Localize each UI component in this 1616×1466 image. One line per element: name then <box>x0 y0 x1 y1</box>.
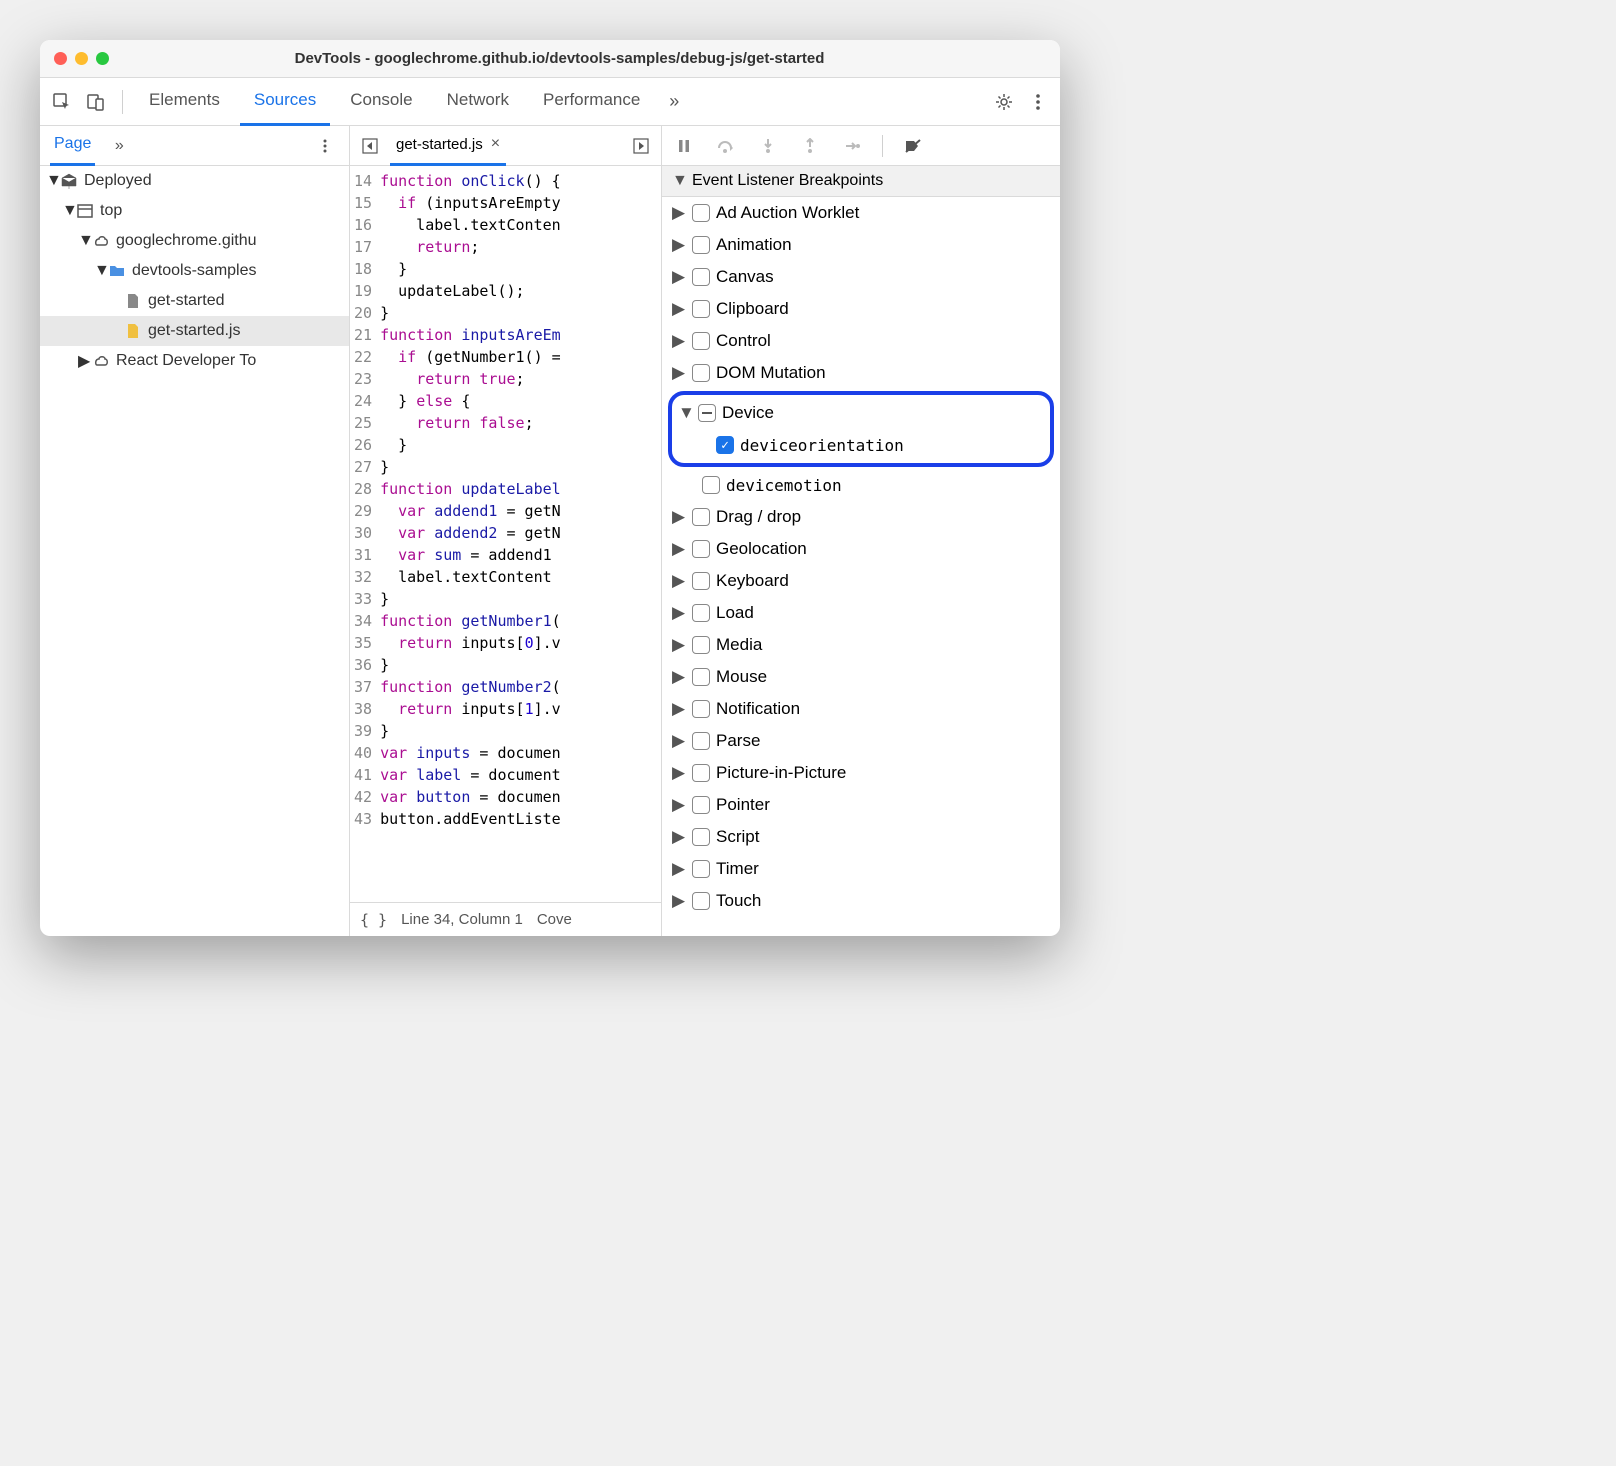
tree-top[interactable]: ▼ top <box>40 196 349 226</box>
tree-domain[interactable]: ▼ googlechrome.githu <box>40 226 349 256</box>
breakpoint-event[interactable]: deviceorientation <box>676 429 1046 461</box>
tab-sources[interactable]: Sources <box>240 78 330 126</box>
breakpoint-category[interactable]: ▶Timer <box>662 853 1060 885</box>
breakpoint-category[interactable]: ▶Keyboard <box>662 565 1060 597</box>
checkbox[interactable] <box>692 364 710 382</box>
tree-file-html[interactable]: get-started <box>40 286 349 316</box>
close-tab-icon[interactable]: × <box>491 135 500 153</box>
step-out-icon[interactable] <box>796 132 824 160</box>
checkbox[interactable] <box>692 860 710 878</box>
close-window-button[interactable] <box>54 52 67 65</box>
checkbox[interactable] <box>692 796 710 814</box>
devtools-window: DevTools - googlechrome.github.io/devtoo… <box>40 40 1060 936</box>
tree-extension[interactable]: ▶ React Developer To <box>40 346 349 376</box>
checkbox[interactable] <box>692 732 710 750</box>
breakpoint-category[interactable]: ▶Load <box>662 597 1060 629</box>
checkbox[interactable] <box>692 700 710 718</box>
nav-next-icon[interactable] <box>627 132 655 160</box>
breakpoint-category[interactable]: ▶Notification <box>662 693 1060 725</box>
code-editor[interactable]: 1415161718192021222324252627282930313233… <box>350 166 661 902</box>
tab-console[interactable]: Console <box>336 78 426 126</box>
checkbox[interactable] <box>692 636 710 654</box>
breakpoint-category[interactable]: ▶Script <box>662 821 1060 853</box>
tab-performance[interactable]: Performance <box>529 78 654 126</box>
tree-file-js[interactable]: get-started.js <box>40 316 349 346</box>
nav-kebab-icon[interactable] <box>311 132 339 160</box>
coverage-label: Cove <box>537 911 572 928</box>
breakpoint-category[interactable]: ▶Media <box>662 629 1060 661</box>
checkbox[interactable] <box>692 508 710 526</box>
tab-network[interactable]: Network <box>433 78 523 126</box>
checkbox[interactable] <box>692 892 710 910</box>
more-nav-tabs-icon[interactable]: » <box>105 132 133 160</box>
inspect-element-icon[interactable] <box>48 88 76 116</box>
tab-elements[interactable]: Elements <box>135 78 234 126</box>
minimize-window-button[interactable] <box>75 52 88 65</box>
editor-panel: get-started.js × 14151617181920212223242… <box>350 126 662 936</box>
checkbox[interactable] <box>692 828 710 846</box>
window-title: DevTools - googlechrome.github.io/devtoo… <box>109 50 1060 67</box>
checkbox[interactable] <box>692 300 710 318</box>
breakpoint-category[interactable]: ▶Picture-in-Picture <box>662 757 1060 789</box>
breakpoint-event[interactable]: devicemotion <box>662 469 1060 501</box>
breakpoint-category-list: ▶Ad Auction Worklet▶Animation▶Canvas▶Cli… <box>662 197 1060 936</box>
deactivate-breakpoints-icon[interactable] <box>899 132 927 160</box>
line-gutter: 1415161718192021222324252627282930313233… <box>350 166 380 902</box>
traffic-lights <box>40 52 109 65</box>
breakpoint-category[interactable]: ▶Parse <box>662 725 1060 757</box>
step-icon[interactable] <box>838 132 866 160</box>
checkbox[interactable] <box>716 436 734 454</box>
titlebar: DevTools - googlechrome.github.io/devtoo… <box>40 40 1060 78</box>
checkbox[interactable] <box>692 604 710 622</box>
navigator-panel: Page » ▼ Deployed ▼ top <box>40 126 350 936</box>
debug-toolbar <box>662 126 1060 166</box>
breakpoint-category[interactable]: ▶Clipboard <box>662 293 1060 325</box>
device-toggle-icon[interactable] <box>82 88 110 116</box>
main-toolbar: Elements Sources Console Network Perform… <box>40 78 1060 126</box>
breakpoint-category[interactable]: ▶DOM Mutation <box>662 357 1060 389</box>
debugger-panel: ▼ Event Listener Breakpoints ▶Ad Auction… <box>662 126 1060 936</box>
editor-tabs: get-started.js × <box>350 126 661 166</box>
kebab-menu-icon[interactable] <box>1024 88 1052 116</box>
more-tabs-icon[interactable]: » <box>660 88 688 116</box>
breakpoint-category[interactable]: ▶Mouse <box>662 661 1060 693</box>
checkbox[interactable] <box>692 204 710 222</box>
pause-icon[interactable] <box>670 132 698 160</box>
tree-folder[interactable]: ▼ devtools-samples <box>40 256 349 286</box>
editor-statusbar: { } Line 34, Column 1 Cove <box>350 902 661 936</box>
checkbox[interactable] <box>692 268 710 286</box>
zoom-window-button[interactable] <box>96 52 109 65</box>
navigator-tabs: Page » <box>40 126 349 166</box>
breakpoint-category[interactable]: ▶Pointer <box>662 789 1060 821</box>
file-tab[interactable]: get-started.js × <box>390 126 506 166</box>
breakpoint-category[interactable]: ▶Control <box>662 325 1060 357</box>
code-content[interactable]: function onClick() { if (inputsAreEmpty … <box>380 166 561 902</box>
checkbox[interactable] <box>698 404 716 422</box>
pretty-print-icon[interactable]: { } <box>360 911 387 929</box>
checkbox[interactable] <box>692 668 710 686</box>
tree-deployed[interactable]: ▼ Deployed <box>40 166 349 196</box>
checkbox[interactable] <box>702 476 720 494</box>
file-tree: ▼ Deployed ▼ top ▼ googlechrome.githu ▼ <box>40 166 349 936</box>
breakpoint-category[interactable]: ▶Geolocation <box>662 533 1060 565</box>
section-twist-icon[interactable]: ▼ <box>672 172 686 190</box>
checkbox[interactable] <box>692 572 710 590</box>
breakpoint-category[interactable]: ▶Ad Auction Worklet <box>662 197 1060 229</box>
breakpoint-category[interactable]: ▶Touch <box>662 885 1060 917</box>
checkbox[interactable] <box>692 764 710 782</box>
settings-gear-icon[interactable] <box>990 88 1018 116</box>
event-listener-section-header[interactable]: ▼ Event Listener Breakpoints <box>662 166 1060 197</box>
page-tab[interactable]: Page <box>50 126 95 166</box>
nav-prev-icon[interactable] <box>356 132 384 160</box>
step-into-icon[interactable] <box>754 132 782 160</box>
breakpoint-category[interactable]: ▼Device <box>676 397 1046 429</box>
breakpoint-category[interactable]: ▶Drag / drop <box>662 501 1060 533</box>
checkbox[interactable] <box>692 540 710 558</box>
checkbox[interactable] <box>692 332 710 350</box>
step-over-icon[interactable] <box>712 132 740 160</box>
breakpoint-category[interactable]: ▶Animation <box>662 229 1060 261</box>
cursor-position: Line 34, Column 1 <box>401 911 523 928</box>
breakpoint-category[interactable]: ▶Canvas <box>662 261 1060 293</box>
checkbox[interactable] <box>692 236 710 254</box>
